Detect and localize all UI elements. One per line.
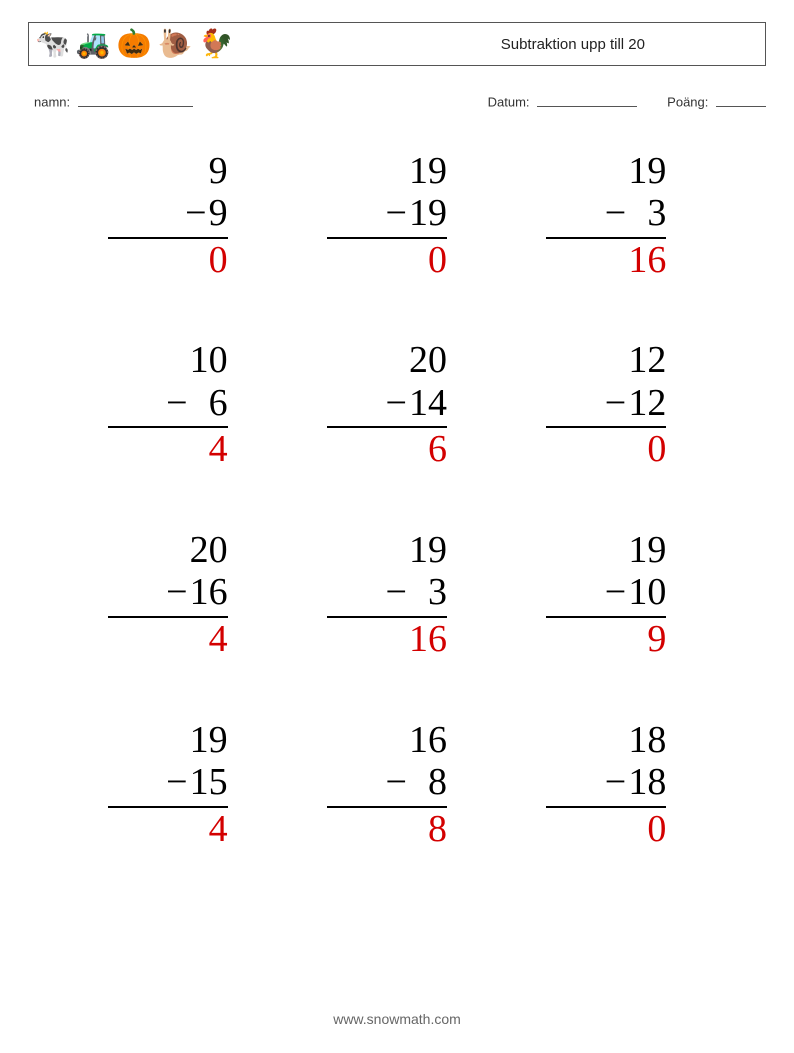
subtrahend: 3 (628, 192, 666, 234)
problem: 20 −16 4 (58, 529, 277, 661)
minuend: 12 (546, 339, 666, 382)
answer: 0 (546, 808, 666, 851)
problem: 20 −14 6 (277, 339, 496, 471)
problem: 9 −9 0 (58, 150, 277, 282)
answer: 16 (327, 618, 447, 661)
answer: 8 (327, 808, 447, 851)
problem: 19 −10 9 (497, 529, 716, 661)
score-blank[interactable] (716, 92, 766, 107)
date-blank[interactable] (537, 92, 637, 107)
meta-row: namn: Datum: Poäng: (28, 92, 766, 110)
subtrahend-row: − 6 (108, 382, 228, 429)
problem: 16 − 8 8 (277, 719, 496, 851)
header-box: 🐄 🚜 🎃 🐌 🐓 Subtraktion upp till 20 (28, 22, 766, 66)
footer-url: www.snowmath.com (0, 1011, 794, 1027)
subtrahend: 6 (190, 382, 228, 424)
subtrahend: 15 (190, 761, 228, 803)
problem: 19 − 3 16 (277, 529, 496, 661)
answer: 4 (108, 428, 228, 471)
score-field: Poäng: (667, 92, 766, 110)
decorative-icons: 🐄 🚜 🎃 🐌 🐓 (35, 30, 233, 58)
minus-icon: − (166, 382, 190, 425)
subtrahend: 14 (409, 382, 447, 424)
subtrahend: 8 (409, 761, 447, 803)
problem: 10 − 6 4 (58, 339, 277, 471)
minus-icon: − (166, 761, 190, 804)
minuend: 19 (327, 529, 447, 572)
answer: 0 (108, 239, 228, 282)
subtrahend: 9 (209, 192, 228, 234)
subtrahend-row: − 3 (546, 192, 666, 239)
snail-icon: 🐌 (158, 30, 193, 58)
subtrahend: 18 (628, 761, 666, 803)
subtrahend-row: −14 (327, 382, 447, 429)
name-label: namn: (34, 95, 70, 110)
answer: 9 (546, 618, 666, 661)
tractor-icon: 🚜 (76, 30, 111, 58)
minus-icon: − (385, 192, 409, 235)
name-blank[interactable] (78, 92, 193, 107)
minuend: 19 (327, 150, 447, 193)
minuend: 16 (327, 719, 447, 762)
rooster-icon: 🐓 (199, 30, 234, 58)
worksheet-title: Subtraktion upp till 20 (501, 36, 755, 53)
problem: 19 −19 0 (277, 150, 496, 282)
subtrahend-row: −19 (327, 192, 447, 239)
minuend: 19 (546, 529, 666, 572)
name-field: namn: (28, 92, 193, 110)
subtrahend: 3 (409, 571, 447, 613)
minus-icon: − (605, 571, 629, 614)
answer: 16 (546, 239, 666, 282)
score-label: Poäng: (667, 95, 708, 110)
minus-icon: − (385, 761, 409, 804)
worksheet-page: 🐄 🚜 🎃 🐌 🐓 Subtraktion upp till 20 namn: … (0, 0, 794, 1053)
date-field: Datum: (488, 92, 638, 110)
subtrahend-row: −10 (546, 571, 666, 618)
subtrahend-row: −16 (108, 571, 228, 618)
answer: 0 (327, 239, 447, 282)
scarecrow-icon: 🎃 (117, 30, 152, 58)
minuend: 20 (327, 339, 447, 382)
problem: 12 −12 0 (497, 339, 716, 471)
answer: 0 (546, 428, 666, 471)
minus-icon: − (605, 192, 629, 235)
minus-icon: − (385, 382, 409, 425)
minuend: 10 (108, 339, 228, 382)
date-label: Datum: (488, 95, 530, 110)
subtrahend-row: −9 (108, 192, 228, 239)
subtrahend: 19 (409, 192, 447, 234)
minuend: 18 (546, 719, 666, 762)
minus-icon: − (385, 571, 409, 614)
subtrahend: 12 (628, 382, 666, 424)
subtrahend: 10 (628, 571, 666, 613)
minus-icon: − (605, 382, 629, 425)
subtrahend-row: − 3 (327, 571, 447, 618)
problems-grid: 9 −9 0 19 −19 0 19 − 3 16 10 − 6 4 20 −1… (28, 150, 766, 851)
problem: 19 − 3 16 (497, 150, 716, 282)
minus-icon: − (185, 192, 209, 235)
problem: 19 −15 4 (58, 719, 277, 851)
minuend: 19 (546, 150, 666, 193)
minuend: 9 (108, 150, 228, 193)
subtrahend-row: −12 (546, 382, 666, 429)
cow-icon: 🐄 (35, 30, 70, 58)
minuend: 19 (108, 719, 228, 762)
answer: 4 (108, 808, 228, 851)
answer: 6 (327, 428, 447, 471)
minuend: 20 (108, 529, 228, 572)
minus-icon: − (166, 571, 190, 614)
minus-icon: − (605, 761, 629, 804)
answer: 4 (108, 618, 228, 661)
subtrahend-row: − 8 (327, 761, 447, 808)
subtrahend-row: −15 (108, 761, 228, 808)
problem: 18 −18 0 (497, 719, 716, 851)
subtrahend: 16 (190, 571, 228, 613)
subtrahend-row: −18 (546, 761, 666, 808)
